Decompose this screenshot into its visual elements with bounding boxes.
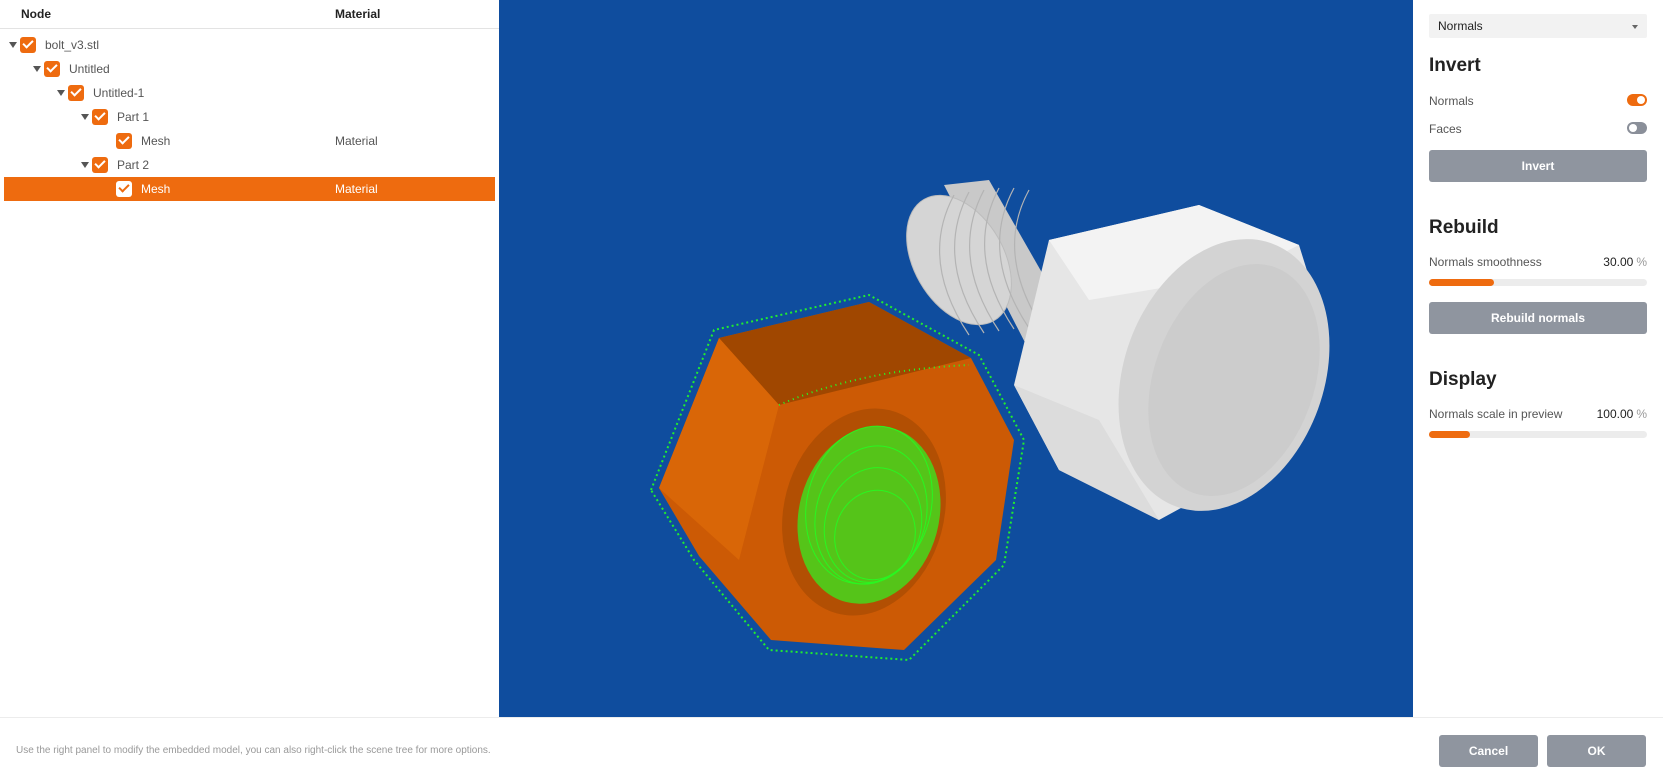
normals-smoothness-value: 30.00% — [1603, 255, 1647, 269]
footer-hint: Use the right panel to modify the embedd… — [16, 745, 491, 756]
tree-header: Node Material — [0, 0, 499, 29]
mode-select[interactable]: Normals — [1429, 14, 1647, 38]
expand-caret-icon[interactable] — [81, 114, 89, 120]
normals-scale-label: Normals scale in preview — [1429, 407, 1563, 421]
smoothness-number: 30.00 — [1603, 255, 1634, 269]
invert-normals-label: Normals — [1429, 94, 1474, 108]
tree-node-label: Part 1 — [117, 110, 150, 124]
expand-caret-icon[interactable] — [81, 162, 89, 168]
toggle-knob — [1629, 124, 1637, 132]
ok-button[interactable]: OK — [1547, 735, 1646, 767]
visibility-checkbox[interactable] — [92, 157, 108, 173]
normals-smoothness-label: Normals smoothness — [1429, 255, 1542, 269]
tree-node-label: Mesh — [141, 134, 171, 148]
invert-normals-toggle[interactable] — [1627, 94, 1647, 106]
tree-row-part-2[interactable]: Part 2 — [4, 153, 495, 177]
normals-scale-value: 100.00% — [1597, 407, 1647, 421]
scene-tree-panel: Node Material bolt_v3.stl Untitled Untit… — [0, 0, 499, 717]
tree-row-bolt-file[interactable]: bolt_v3.stl — [4, 33, 495, 57]
visibility-checkbox[interactable] — [116, 181, 132, 197]
section-title-rebuild: Rebuild — [1429, 217, 1499, 238]
tree-row-part-1[interactable]: Part 1 — [4, 105, 495, 129]
scale-unit: % — [1636, 407, 1647, 421]
tree-node-label: Part 2 — [117, 158, 150, 172]
tree-node-label: Untitled — [69, 62, 110, 76]
tree-node-label: Mesh — [141, 182, 171, 196]
visibility-checkbox[interactable] — [92, 109, 108, 125]
nut-model — [649, 293, 1026, 662]
tree-row-mesh-part-2-selected[interactable]: Mesh Material — [4, 177, 495, 201]
3d-viewport[interactable] — [499, 0, 1413, 717]
section-title-display: Display — [1429, 369, 1497, 390]
tree-row-mesh-part-1[interactable]: Mesh Material — [4, 129, 495, 153]
toggle-knob — [1637, 96, 1645, 104]
column-header-node[interactable]: Node — [21, 7, 51, 21]
invert-faces-label: Faces — [1429, 122, 1462, 136]
normals-scale-slider[interactable] — [1429, 431, 1647, 438]
column-header-material[interactable]: Material — [335, 7, 380, 21]
tree-node-material: Material — [335, 182, 378, 196]
slider-fill — [1429, 279, 1495, 286]
tree-row-untitled[interactable]: Untitled — [4, 57, 495, 81]
expand-caret-icon[interactable] — [33, 66, 41, 72]
expand-caret-icon[interactable] — [57, 90, 65, 96]
visibility-checkbox[interactable] — [116, 133, 132, 149]
invert-button[interactable]: Invert — [1429, 150, 1647, 182]
smoothness-unit: % — [1636, 255, 1647, 269]
visibility-checkbox[interactable] — [68, 85, 84, 101]
mode-select-value: Normals — [1438, 19, 1483, 33]
scale-number: 100.00 — [1596, 407, 1634, 421]
tree-node-label: bolt_v3.stl — [45, 38, 100, 52]
normals-smoothness-slider[interactable] — [1429, 279, 1647, 286]
invert-faces-toggle[interactable] — [1627, 122, 1647, 134]
cancel-button[interactable]: Cancel — [1439, 735, 1538, 767]
tree-node-label: Untitled-1 — [93, 86, 145, 100]
slider-fill — [1429, 431, 1471, 438]
visibility-checkbox[interactable] — [44, 61, 60, 77]
visibility-checkbox[interactable] — [20, 37, 36, 53]
expand-caret-icon[interactable] — [9, 42, 17, 48]
properties-panel: Normals Invert Normals Faces Invert Rebu… — [1413, 0, 1663, 717]
dialog-footer: Use the right panel to modify the embedd… — [0, 717, 1663, 778]
rebuild-normals-button[interactable]: Rebuild normals — [1429, 302, 1647, 334]
tree-row-untitled-1[interactable]: Untitled-1 — [4, 81, 495, 105]
tree-node-material: Material — [335, 134, 378, 148]
chevron-down-icon — [1632, 25, 1638, 29]
section-title-invert: Invert — [1429, 55, 1481, 76]
3d-scene — [649, 180, 1330, 662]
